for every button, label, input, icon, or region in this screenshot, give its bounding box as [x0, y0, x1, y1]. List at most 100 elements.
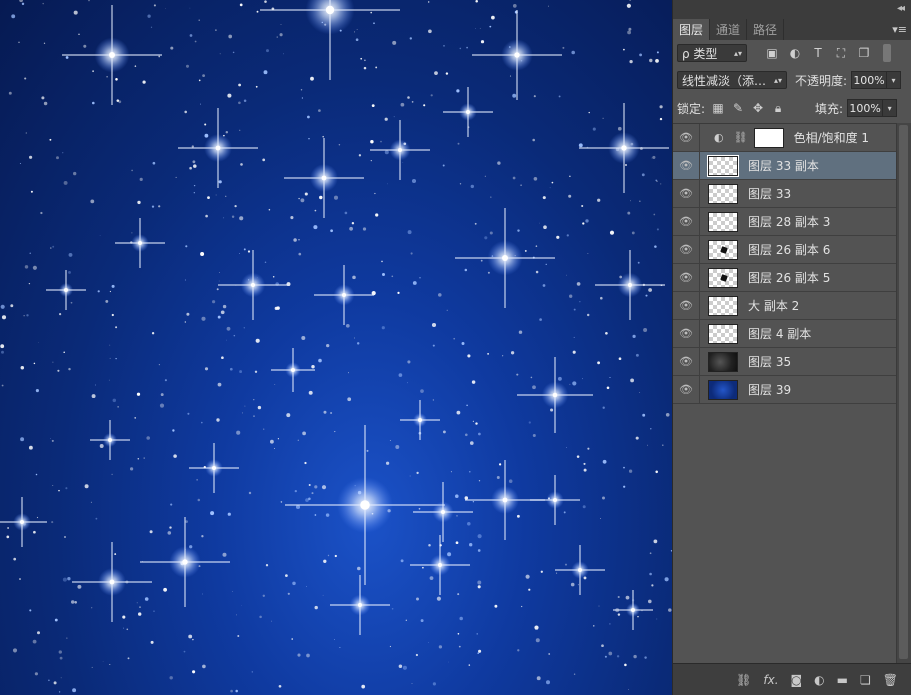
layer-row[interactable]: 👁︎ 图层 33 副本: [673, 152, 897, 180]
layer-row[interactable]: 👁︎ 图层 26 副本 5: [673, 264, 897, 292]
link-chain-icon[interactable]: ⛓︎: [734, 131, 748, 144]
star-dot: [67, 577, 71, 581]
visibility-eye-icon[interactable]: 👁︎: [673, 264, 700, 291]
layer-row[interactable]: 👁︎ 图层 4 副本: [673, 320, 897, 348]
star-dot: [446, 309, 448, 311]
tab-paths[interactable]: 路径: [747, 19, 785, 40]
chevron-updown-icon: ▴▾: [733, 48, 742, 58]
star-dot: [582, 222, 585, 225]
layer-row[interactable]: 👁︎ 图层 39: [673, 376, 897, 404]
new-layer-icon[interactable]: ❏: [860, 673, 871, 687]
star-dot: [588, 111, 590, 114]
star-dot: [311, 364, 315, 369]
star-dot: [201, 421, 203, 424]
filter-type-select[interactable]: ρ 类型 ▴▾: [677, 44, 747, 62]
visibility-eye-icon[interactable]: 👁︎: [673, 348, 700, 375]
visibility-eye-icon[interactable]: 👁︎: [673, 152, 700, 179]
layer-row[interactable]: 👁︎ 图层 28 副本 3: [673, 208, 897, 236]
visibility-eye-icon[interactable]: 👁︎: [673, 320, 700, 347]
star-dot: [602, 406, 605, 409]
star-dot: [205, 214, 208, 218]
star-dot: [197, 498, 201, 502]
star-dot: [459, 616, 463, 621]
star-dot: [109, 663, 111, 666]
shape-filter-icon[interactable]: ⛶: [834, 46, 848, 60]
document-canvas[interactable]: [0, 0, 672, 695]
visibility-eye-icon[interactable]: 👁︎: [673, 208, 700, 235]
collapse-panel-icon[interactable]: ◂◂: [897, 3, 905, 14]
image-filter-icon[interactable]: ▣: [765, 46, 779, 60]
star-dot: [117, 406, 119, 408]
visibility-eye-icon[interactable]: 👁︎: [673, 236, 700, 263]
lock-all-icon[interactable]: 🔒︎: [771, 101, 785, 115]
layer-row[interactable]: 👁︎ 大 副本 2: [673, 292, 897, 320]
visibility-eye-icon[interactable]: 👁︎: [673, 292, 700, 319]
blend-row: 线性减淡（添… ▴▾ 不透明度: 100% ▾: [673, 66, 911, 94]
text-filter-icon[interactable]: T: [811, 46, 825, 60]
star-dot: [253, 399, 255, 401]
star-dot: [338, 143, 341, 146]
star-dot: [476, 633, 478, 635]
star-dot: [243, 99, 247, 103]
star-dot: [525, 574, 530, 579]
opacity-input[interactable]: 100%: [851, 71, 888, 89]
opacity-dropdown-icon[interactable]: ▾: [887, 71, 902, 89]
star-dot: [115, 78, 118, 81]
star-flare: [0, 497, 47, 547]
adjustment-filter-icon[interactable]: ◐: [788, 46, 802, 60]
link-layers-icon[interactable]: ⛓︎: [736, 673, 751, 687]
tab-layers[interactable]: 图层: [673, 19, 711, 40]
star-dot: [60, 677, 62, 679]
layer-mask-thumbnail[interactable]: [753, 127, 784, 148]
visibility-eye-icon[interactable]: 👁︎: [673, 124, 700, 151]
star-dot: [186, 312, 190, 316]
star-dot: [512, 93, 517, 98]
star-dot: [432, 682, 436, 686]
panel-menu-icon[interactable]: ▾≡: [892, 23, 907, 36]
star-dot: [163, 587, 168, 592]
star-dot: [111, 473, 113, 476]
star-dot: [108, 379, 110, 381]
add-mask-icon[interactable]: ◙: [791, 673, 803, 687]
star-dot: [393, 116, 395, 118]
star-dot: [160, 393, 164, 397]
lock-brush-icon[interactable]: ✎: [731, 101, 745, 115]
star-flare: [314, 265, 374, 325]
scrollbar-thumb[interactable]: [899, 125, 908, 659]
star-dot: [356, 342, 360, 345]
star-dot: [502, 355, 504, 357]
star-dot: [143, 457, 145, 459]
star-dot: [175, 176, 177, 178]
blend-mode-select[interactable]: 线性减淡（添… ▴▾: [677, 71, 787, 89]
star-dot: [472, 420, 474, 422]
star-dot: [366, 449, 369, 452]
layer-row[interactable]: 👁︎ 图层 35: [673, 348, 897, 376]
fill-input[interactable]: 100%: [847, 99, 884, 117]
smart-object-filter-icon[interactable]: ❐: [857, 46, 871, 60]
delete-layer-icon[interactable]: 🗑︎: [883, 673, 898, 687]
filter-toggle-switch[interactable]: [883, 44, 891, 62]
star-dot: [419, 277, 421, 279]
visibility-eye-icon[interactable]: 👁︎: [673, 180, 700, 207]
star-dot: [105, 299, 109, 303]
layer-row[interactable]: 👁︎ 图层 33: [673, 180, 897, 208]
new-group-icon[interactable]: ▬: [837, 673, 848, 687]
lock-transparent-icon[interactable]: ▦: [711, 101, 725, 115]
layer-thumbnail: [708, 351, 738, 372]
new-adjustment-icon[interactable]: ◐: [814, 673, 824, 687]
star-dot: [415, 653, 419, 657]
fill-dropdown-icon[interactable]: ▾: [883, 99, 898, 117]
star-flare: [595, 250, 665, 320]
tab-channels[interactable]: 通道: [710, 19, 748, 40]
star-dot: [227, 93, 232, 98]
star-dot: [524, 249, 527, 252]
star-dot: [349, 226, 353, 231]
layer-row[interactable]: 👁︎ 图层 26 副本 6: [673, 236, 897, 264]
fx-icon[interactable]: fx.: [763, 673, 778, 687]
lock-move-icon[interactable]: ✥: [751, 101, 765, 115]
layer-row[interactable]: 👁︎ ◐ ⛓︎ 色相/饱和度 1: [673, 124, 897, 152]
layer-list-scrollbar[interactable]: [896, 123, 911, 663]
visibility-eye-icon[interactable]: 👁︎: [673, 376, 700, 403]
star-dot: [236, 430, 241, 435]
star-dot: [251, 671, 253, 673]
